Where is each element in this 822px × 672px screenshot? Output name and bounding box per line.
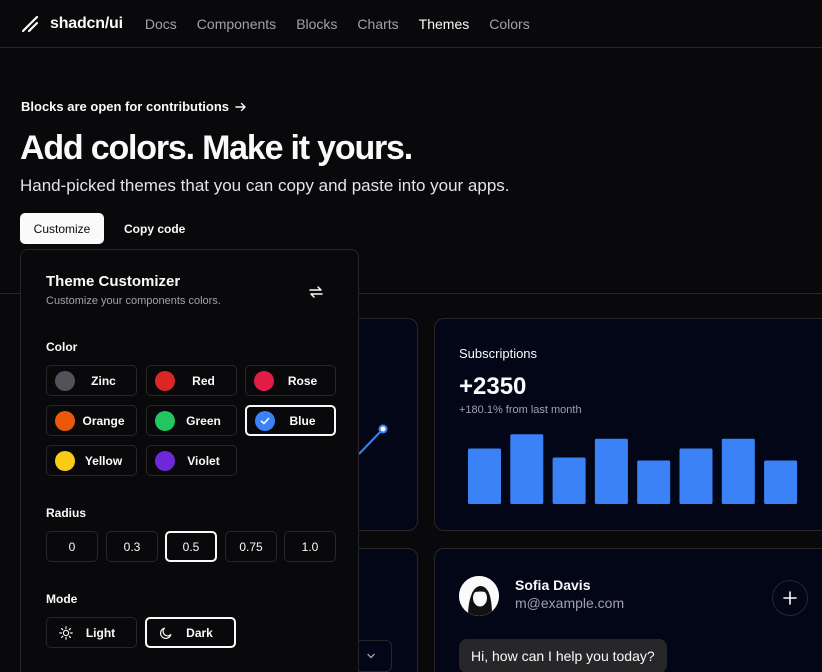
shadcn-logo-icon <box>21 15 39 32</box>
zinc-swatch-icon <box>55 370 75 391</box>
page-title: Add colors. Make it yours. <box>20 129 413 167</box>
arrow-right-icon <box>235 102 246 111</box>
subscriptions-bar <box>510 434 544 504</box>
green-swatch-icon <box>155 410 175 431</box>
radius-label: Radius <box>46 506 87 520</box>
subscriptions-bar <box>468 448 501 504</box>
chat-card: Sofia Davis m@example.com Hi, how can I … <box>434 548 822 672</box>
violet-swatch-icon <box>155 450 175 471</box>
nav-themes[interactable]: Themes <box>419 16 470 32</box>
subscriptions-title: Subscriptions <box>459 346 538 361</box>
yellow-swatch-icon <box>55 450 75 471</box>
subscriptions-bar <box>552 457 586 504</box>
radius-0.3-button[interactable]: 0.3 <box>106 531 158 562</box>
color-label: Color <box>46 340 78 354</box>
color-rose-button[interactable]: Rose <box>245 365 336 396</box>
subscriptions-bar <box>637 460 671 504</box>
color-label-orange: Orange <box>82 413 125 428</box>
subscriptions-bar <box>764 460 798 504</box>
nav-components[interactable]: Components <box>197 16 276 32</box>
mode-label: Mode <box>46 592 78 606</box>
color-red-button[interactable]: Red <box>146 365 237 396</box>
check-icon <box>255 410 275 431</box>
subscriptions-value: +2350 <box>459 373 527 400</box>
subscriptions-card: Subscriptions +2350 +180.1% from last mo… <box>434 318 822 531</box>
line-point <box>378 424 388 434</box>
color-violet-button[interactable]: Violet <box>146 445 237 476</box>
chevron-down-icon <box>367 653 375 659</box>
announcement-text: Blocks are open for contributions <box>21 99 230 114</box>
color-label-rose: Rose <box>287 373 318 388</box>
avatar <box>459 576 499 616</box>
mode-light-button[interactable]: Light <box>46 617 137 648</box>
mode-dark-button[interactable]: Dark <box>145 617 236 648</box>
subscriptions-change: +180.1% from last month <box>459 404 582 416</box>
color-label-violet: Violet <box>187 453 220 468</box>
new-chat-button[interactable] <box>772 580 808 616</box>
nav-charts[interactable]: Charts <box>357 16 398 32</box>
color-blue-button[interactable]: Blue <box>245 405 336 436</box>
subscriptions-bar-chart <box>468 434 798 504</box>
copy-code-button[interactable]: Copy code <box>116 213 193 244</box>
contact-email: m@example.com <box>515 595 625 611</box>
customizer-description: Customize your components colors. <box>46 295 221 307</box>
plus-icon <box>783 591 797 605</box>
radius-1.0-button[interactable]: 1.0 <box>284 531 336 562</box>
main-nav: Docs Components Blocks Charts Themes Col… <box>145 16 530 32</box>
color-zinc-button[interactable]: Zinc <box>46 365 137 396</box>
color-label-green: Green <box>186 413 221 428</box>
brand-logo[interactable]: shadcn/ui <box>20 14 123 34</box>
announcement-link[interactable]: Blocks are open for contributions <box>21 99 247 114</box>
nav-blocks[interactable]: Blocks <box>296 16 337 32</box>
sun-icon <box>59 625 73 640</box>
user-avatar-icon <box>459 576 499 616</box>
subscriptions-bar <box>594 438 628 504</box>
color-label-blue: Blue <box>289 413 316 428</box>
color-label-red: Red <box>192 373 215 388</box>
theme-customizer-popover: Theme Customizer Customize your componen… <box>20 249 359 672</box>
radius-0.75-button[interactable]: 0.75 <box>225 531 277 562</box>
contact-name: Sofia Davis <box>515 577 591 593</box>
orange-swatch-icon <box>55 410 75 431</box>
customizer-title: Theme Customizer <box>46 273 181 290</box>
nav-docs[interactable]: Docs <box>145 16 177 32</box>
color-label-yellow: Yellow <box>84 453 123 468</box>
radius-0.5-button[interactable]: 0.5 <box>165 531 217 562</box>
color-orange-button[interactable]: Orange <box>46 405 137 436</box>
nav-colors[interactable]: Colors <box>489 16 529 32</box>
customize-button[interactable]: Customize <box>20 213 104 244</box>
chat-message: Hi, how can I help you today? <box>459 639 667 672</box>
color-green-button[interactable]: Green <box>146 405 237 436</box>
mode-light-label: Light <box>85 625 116 640</box>
color-label-zinc: Zinc <box>91 373 116 388</box>
moon-icon <box>160 627 172 639</box>
mode-dark-label: Dark <box>186 625 213 640</box>
brand-name: shadcn/ui <box>50 14 123 32</box>
subscriptions-bar <box>679 448 713 504</box>
reset-icon[interactable] <box>307 283 325 301</box>
radius-0-button[interactable]: 0 <box>46 531 98 562</box>
site-header: shadcn/ui Docs Components Blocks Charts … <box>0 0 822 48</box>
red-swatch-icon <box>155 370 175 391</box>
rose-swatch-icon <box>254 370 274 391</box>
color-yellow-button[interactable]: Yellow <box>46 445 137 476</box>
page-subtitle: Hand-picked themes that you can copy and… <box>20 176 510 195</box>
subscriptions-bar <box>721 438 755 504</box>
